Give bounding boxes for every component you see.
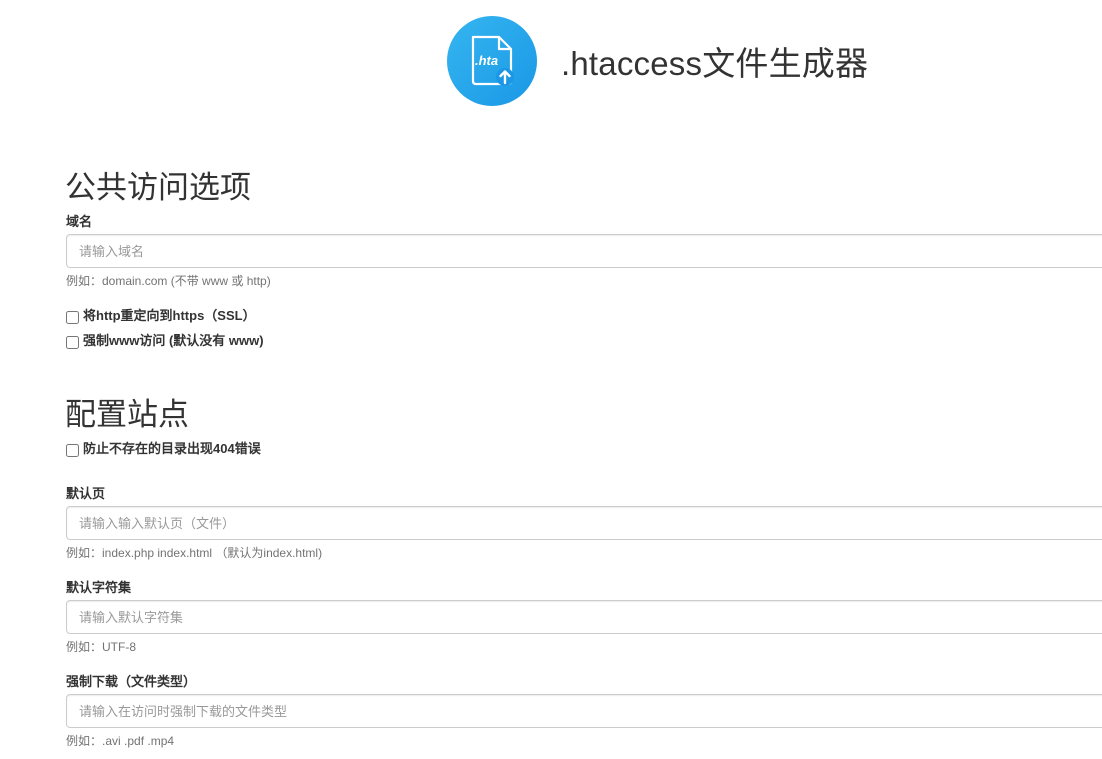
force-download-label: 强制下载（文件类型） (66, 674, 197, 689)
page: .hta .htaccess文件生成器 公共访问选项 域名 例如：domain.… (0, 0, 1102, 759)
app-title: .htaccess文件生成器 (561, 45, 869, 82)
header: .hta .htaccess文件生成器 (447, 16, 868, 106)
domain-help: 例如：domain.com (不带 www 或 http) (66, 274, 271, 288)
logo-text: .hta (475, 53, 498, 68)
section-title-public: 公共访问选项 (65, 170, 251, 205)
force-www-checkbox[interactable] (66, 336, 79, 349)
force-download-input[interactable] (66, 694, 1102, 728)
prevent-404-row[interactable]: 防止不存在的目录出现404错误 (66, 438, 261, 457)
domain-input[interactable] (66, 234, 1102, 268)
https-redirect-row[interactable]: 将http重定向到https（SSL） (66, 305, 256, 324)
prevent-404-checkbox[interactable] (66, 444, 79, 457)
https-redirect-label: 将http重定向到https（SSL） (83, 308, 256, 323)
default-page-input[interactable] (66, 506, 1102, 540)
default-charset-help: 例如：UTF-8 (66, 640, 136, 654)
file-icon: .hta (471, 35, 514, 86)
default-charset-label: 默认字符集 (66, 580, 132, 595)
section-title-site: 配置站点 (65, 397, 189, 432)
hta-file-upload-icon: .hta (447, 16, 537, 106)
default-charset-input[interactable] (66, 600, 1102, 634)
https-redirect-checkbox[interactable] (66, 311, 79, 324)
default-page-help: 例如：index.php index.html （默认为index.html) (66, 546, 323, 560)
force-www-row[interactable]: 强制www访问 (默认没有 www) (66, 330, 264, 349)
force-www-label: 强制www访问 (默认没有 www) (83, 333, 264, 348)
domain-label: 域名 (66, 214, 93, 229)
force-download-help: 例如：.avi .pdf .mp4 (66, 734, 175, 748)
default-page-label: 默认页 (66, 486, 106, 501)
prevent-404-label: 防止不存在的目录出现404错误 (83, 441, 261, 456)
